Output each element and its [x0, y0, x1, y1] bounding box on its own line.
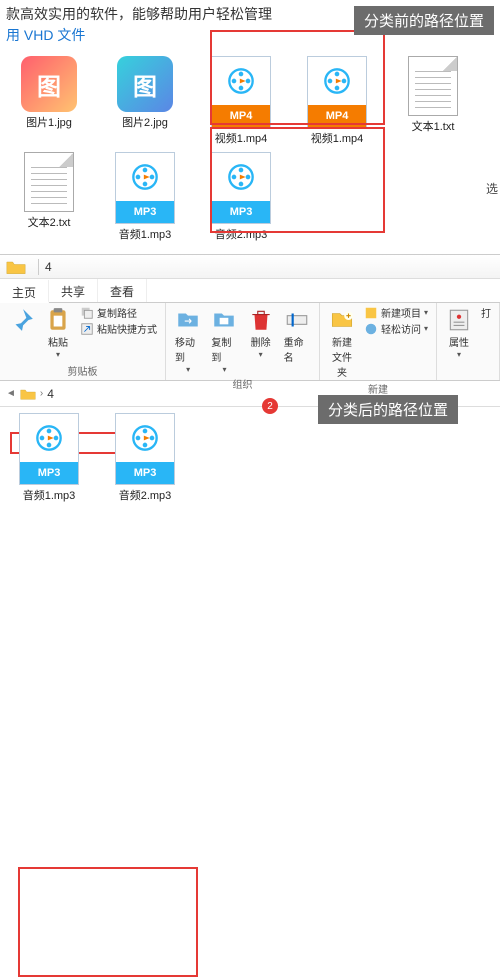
chevron-down-icon: ▾ [222, 365, 226, 374]
annotation-after-label: 分类后的路径位置 [318, 395, 458, 424]
copy-path-label: 复制路径 [97, 305, 137, 320]
properties-label: 属性 [449, 334, 469, 349]
annotation-before-label: 分类前的路径位置 [354, 6, 494, 35]
chevron-down-icon: ▾ [56, 350, 60, 359]
image-icon: 图 [21, 56, 77, 112]
copy-to-button[interactable]: 复制到 ▾ [208, 305, 240, 376]
highlight-box-after-files [18, 867, 198, 977]
file-item[interactable]: MP3 音频1.mp3 [106, 152, 184, 242]
file-item[interactable]: MP3 音频1.mp3 [10, 413, 88, 503]
new-folder-label: 新建 文件夹 [329, 334, 355, 379]
new-folder-button[interactable]: 新建 文件夹 [326, 305, 358, 381]
file-item[interactable]: 文本2.txt [10, 152, 88, 242]
highlight-box-videos [210, 30, 385, 125]
breadcrumb-item[interactable]: 4 [47, 387, 54, 401]
move-to-button[interactable]: 移动到 ▾ [172, 305, 204, 376]
ribbon-group-organize: 移动到 ▾ 复制到 ▾ 删除 ▾ 重命名 组织 [166, 303, 320, 380]
move-to-icon [175, 307, 201, 333]
text-file-icon [408, 56, 458, 116]
file-item[interactable]: 文本1.txt [394, 56, 472, 146]
file-label: 音频1.mp3 [23, 487, 76, 503]
clipboard-icon [45, 307, 71, 333]
text-file-icon [24, 152, 74, 212]
tab-view[interactable]: 查看 [98, 279, 147, 302]
pin-icon [9, 307, 35, 333]
ribbon-group-new: 新建 文件夹 新建项目 ▾ 轻松访问 ▾ 新建 [320, 303, 437, 380]
chevron-down-icon: ▾ [424, 324, 428, 333]
move-to-label: 移动到 [175, 334, 201, 364]
ribbon: 粘贴 ▾ 复制路径 粘贴快捷方式 剪贴板 [0, 303, 500, 381]
breadcrumb-separator-icon: › [40, 388, 43, 399]
file-label: 文本1.txt [412, 118, 455, 134]
desc-link-text: 用 VHD 文件 [6, 27, 85, 43]
delete-label: 删除 [251, 334, 271, 349]
rename-button[interactable]: 重命名 [281, 305, 313, 366]
paste-shortcut-button[interactable]: 粘贴快捷方式 [78, 321, 159, 336]
chevron-down-icon: ▾ [424, 308, 428, 317]
ribbon-group-open: 属性 ▾ 打 [437, 303, 500, 380]
chevron-down-icon: ▾ [259, 350, 263, 359]
highlight-box-audios [210, 127, 385, 233]
folder-icon [6, 258, 26, 276]
chevron-down-icon: ▾ [186, 365, 190, 374]
rename-icon [284, 307, 310, 333]
easy-access-icon [364, 322, 378, 336]
easy-access-button[interactable]: 轻松访问 ▾ [362, 321, 430, 336]
chevron-down-icon: ▾ [457, 350, 461, 359]
open-button[interactable]: 打 [479, 305, 493, 320]
file-label: 图片1.jpg [26, 114, 72, 130]
pin-quick-access-button[interactable] [6, 305, 38, 335]
file-label: 音频2.mp3 [119, 487, 172, 503]
explorer-titlebar: 4 [0, 255, 500, 279]
new-item-label: 新建项目 [381, 305, 421, 320]
shortcut-icon [80, 322, 94, 336]
new-item-button[interactable]: 新建项目 ▾ [362, 305, 430, 320]
window-title: 4 [45, 260, 52, 274]
copy-path-button[interactable]: 复制路径 [78, 305, 159, 320]
file-item[interactable]: 图图片2.jpg [106, 56, 184, 146]
side-cropped-char: 选 [486, 180, 498, 197]
audio-file-icon: MP3 [115, 413, 175, 485]
open-group-label [443, 378, 493, 380]
clipboard-group-label: 剪贴板 [6, 363, 159, 380]
tab-share[interactable]: 共享 [49, 279, 98, 302]
delete-button[interactable]: 删除 ▾ [245, 305, 277, 361]
copy-path-icon [80, 306, 94, 320]
ribbon-group-clipboard: 粘贴 ▾ 复制路径 粘贴快捷方式 剪贴板 [0, 303, 166, 380]
history-back-icon[interactable]: ◄ [6, 388, 16, 399]
file-label: 文本2.txt [28, 214, 71, 230]
audio-file-icon: MP3 [19, 413, 79, 485]
organize-group-label: 组织 [172, 376, 313, 393]
file-item[interactable]: MP3 音频2.mp3 [106, 413, 184, 503]
annotation-marker-2: 2 [262, 398, 278, 414]
ribbon-tabs: 主页 共享 查看 [0, 279, 500, 303]
delete-icon [248, 307, 274, 333]
new-item-icon [364, 306, 378, 320]
tab-home[interactable]: 主页 [0, 280, 49, 303]
paste-label: 粘贴 [48, 334, 68, 349]
file-label: 音频1.mp3 [119, 226, 172, 242]
audio-file-icon: MP3 [115, 152, 175, 224]
file-label: 图片2.jpg [122, 114, 168, 130]
copy-to-icon [211, 307, 237, 333]
properties-button[interactable]: 属性 ▾ [443, 305, 475, 361]
titlebar-separator [38, 259, 39, 275]
image-icon: 图 [117, 56, 173, 112]
desc-text: 款高效实用的软件，能够帮助用户轻松管理 [6, 6, 272, 22]
open-label: 打 [481, 305, 491, 320]
rename-label: 重命名 [284, 334, 310, 364]
new-folder-icon [329, 307, 355, 333]
paste-button[interactable]: 粘贴 ▾ [42, 305, 74, 361]
copy-to-label: 复制到 [211, 334, 237, 364]
properties-icon [446, 307, 472, 333]
easy-access-label: 轻松访问 [381, 321, 421, 336]
explorer-content-area: MP3 音频1.mp3 MP3 音频2.mp3 [0, 407, 500, 557]
folder-icon [20, 387, 36, 401]
paste-shortcut-label: 粘贴快捷方式 [97, 321, 157, 336]
file-item[interactable]: 图图片1.jpg [10, 56, 88, 146]
